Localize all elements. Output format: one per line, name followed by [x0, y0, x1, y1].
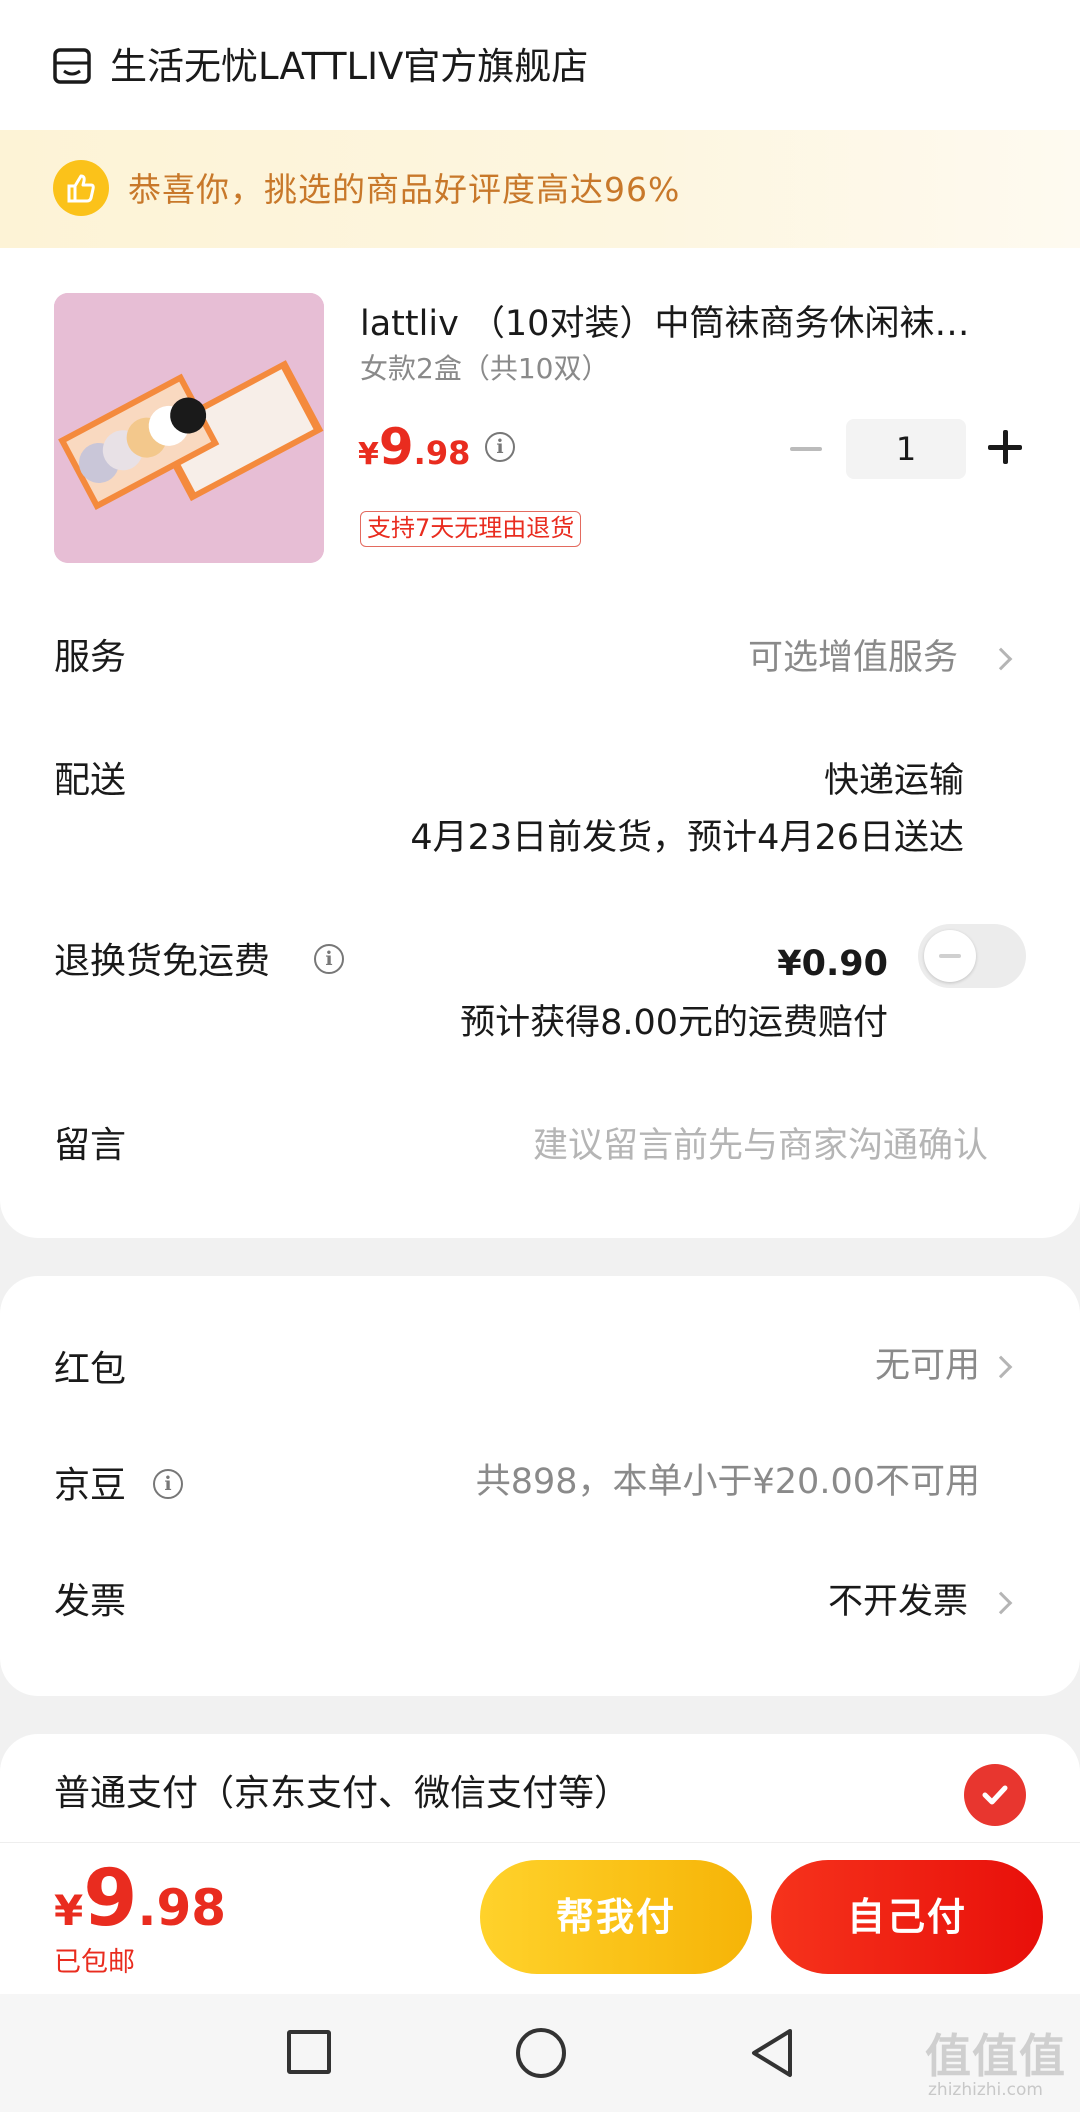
total-price: ¥ 9 .98	[54, 1853, 226, 1945]
delivery-method[interactable]: 快递运输	[824, 757, 964, 805]
jd-beans-value: 共898，本单小于¥20.00不可用	[475, 1462, 980, 1502]
return-policy-badge: 支持7天无理由退货	[360, 511, 582, 547]
invoice-value[interactable]: 不开发票	[828, 1578, 968, 1626]
watermark-logo: 值值值	[925, 2029, 1066, 2083]
price-currency: ¥	[358, 437, 379, 472]
price-decimal: .98	[413, 434, 471, 472]
service-label: 服务	[54, 637, 127, 678]
product-price: ¥ 9 .98	[358, 418, 470, 476]
message-input[interactable]: 建议留言前先与商家沟通确认	[533, 1122, 988, 1170]
total-currency: ¥	[54, 1886, 84, 1935]
jd-beans-info-icon[interactable]: i	[153, 1469, 183, 1499]
total-integer: 9	[83, 1854, 138, 1944]
home-circle-icon[interactable]	[516, 2028, 566, 2078]
return-shipping-price: ¥0.90	[777, 944, 888, 984]
payment-method-label[interactable]: 普通支付（京东支付、微信支付等）	[54, 1770, 630, 1818]
free-shipping-label: 已包邮	[54, 1947, 135, 1978]
return-shipping-label: 退换货免运费	[54, 941, 271, 982]
red-packet-value[interactable]: 无可用	[875, 1342, 980, 1390]
total-decimal: .98	[137, 1879, 227, 1937]
delivery-label: 配送	[54, 760, 127, 801]
self-pay-button[interactable]: 自己付	[771, 1860, 1043, 1974]
watermark-url: zhizhizhi.com	[928, 2080, 1043, 2100]
payment-selected-check-icon[interactable]	[964, 1764, 1026, 1826]
product-title[interactable]: lattliv （10对装）中筒袜商务休闲袜…	[360, 300, 1020, 348]
message-label: 留言	[54, 1125, 127, 1166]
recents-square-icon[interactable]	[287, 2030, 331, 2074]
product-variant[interactable]: 女款2盒（共10双）	[360, 350, 609, 388]
help-pay-button[interactable]: 帮我付	[480, 1860, 752, 1974]
return-shipping-info-icon[interactable]: i	[314, 944, 344, 974]
return-shipping-note: 预计获得8.00元的运费赔付	[460, 1003, 888, 1043]
banner-text: 恭喜你，挑选的商品好评度高达96%	[128, 170, 681, 209]
quantity-field[interactable]: 1	[846, 419, 966, 479]
return-shipping-toggle[interactable]	[918, 924, 1026, 988]
jd-beans-label: 京豆	[54, 1465, 127, 1506]
quantity-decrease-button[interactable]	[790, 447, 822, 451]
toggle-knob	[924, 930, 976, 982]
store-icon	[52, 47, 92, 85]
price-integer: 9	[378, 418, 414, 476]
price-info-icon[interactable]: i	[485, 432, 515, 462]
store-name[interactable]: 生活无忧LATTLIV官方旗舰店	[110, 42, 588, 92]
checkout-page: 生活无忧LATTLIV官方旗舰店 恭喜你，挑选的商品好评度高达96% lattl…	[0, 0, 1080, 2112]
thumbs-up-icon	[53, 160, 109, 216]
product-image[interactable]	[54, 293, 324, 563]
red-packet-label: 红包	[54, 1349, 127, 1390]
quantity-increase-button[interactable]	[988, 430, 1022, 464]
invoice-label: 发票	[54, 1581, 127, 1622]
delivery-schedule[interactable]: 4月23日前发货，预计4月26日送达	[410, 814, 964, 862]
back-triangle-icon[interactable]	[748, 2026, 798, 2080]
service-value[interactable]: 可选增值服务	[748, 634, 958, 682]
